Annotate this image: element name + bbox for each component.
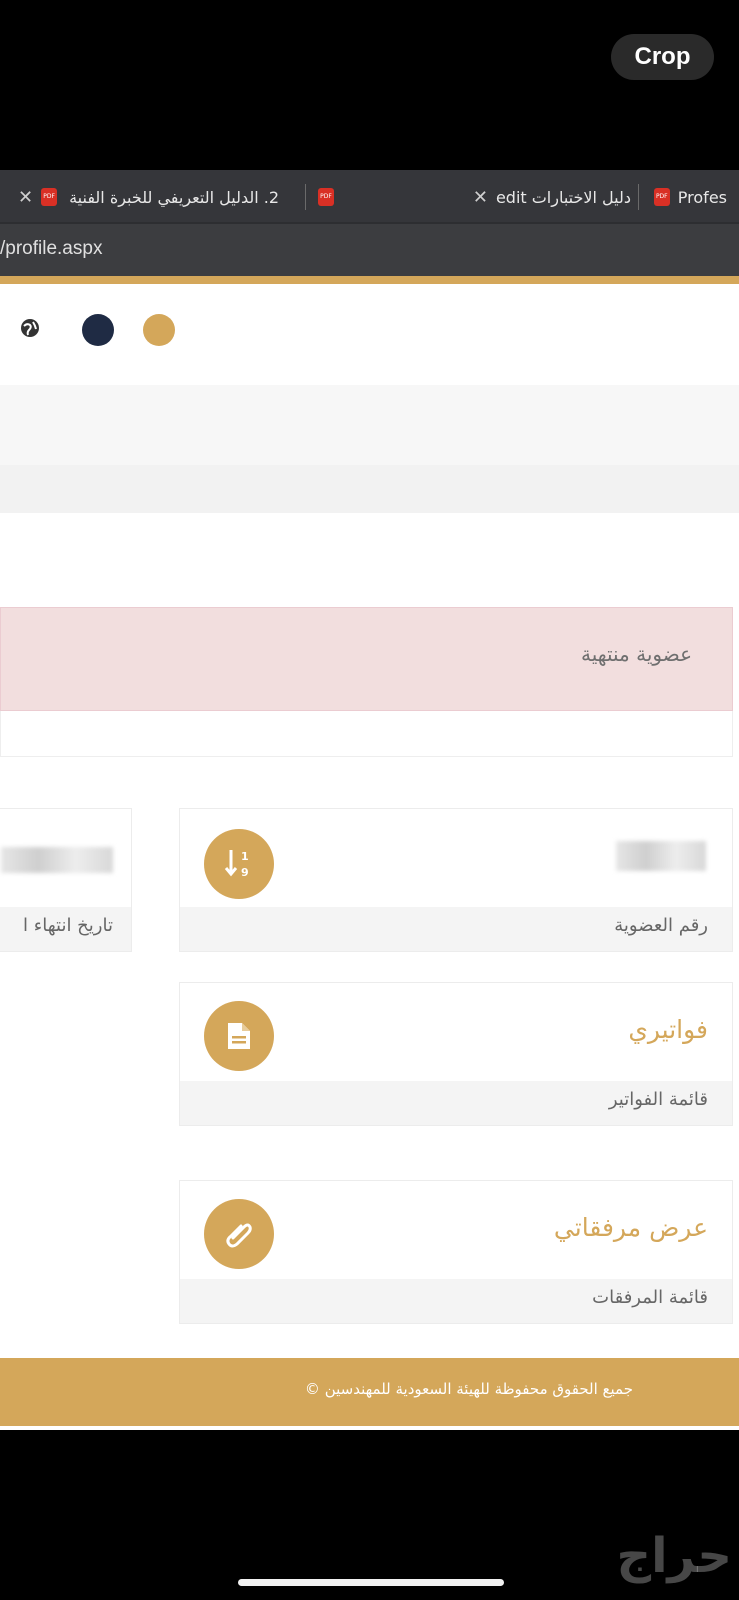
attachments-card[interactable]: عرض مرفقاتي قائمة المرفقات: [179, 1180, 733, 1324]
svg-text:9: 9: [241, 866, 249, 879]
tab-separator: [638, 184, 639, 210]
membership-number-label: رقم العضوية: [614, 915, 708, 936]
alert-text: عضوية منتهية: [580, 642, 692, 666]
browser-window: Profes PDF دليل الاختبارات edit ✕ PDF ✕ …: [0, 170, 739, 1430]
navy-theme-dot[interactable]: [82, 314, 114, 346]
svg-text:1: 1: [241, 850, 249, 863]
header-accent-line: [0, 276, 739, 284]
pdf-icon: PDF: [653, 188, 670, 206]
invoices-list-label[interactable]: قائمة الفواتير: [609, 1089, 708, 1110]
tab-pdf[interactable]: PDF: [318, 178, 334, 216]
tab-label: دليل الاختبارات edit: [495, 187, 631, 207]
tab-profes[interactable]: Profes PDF: [653, 178, 727, 216]
tab-label: Profes: [677, 187, 727, 207]
invoices-title[interactable]: فواتيري: [628, 1015, 708, 1044]
copyright-text: جميع الحقوق محفوظة للهيئة السعودية للمهن…: [304, 1380, 633, 1398]
close-tab-icon[interactable]: ✕: [18, 187, 33, 208]
expiry-date-label: تاريخ انتهاء ا: [23, 915, 113, 936]
tab-technical-guide[interactable]: ✕ 2. الدليل التعريفي للخبرة الفنية PDF: [10, 178, 279, 216]
gold-theme-dot[interactable]: [143, 314, 175, 346]
membership-number-redacted: [616, 841, 706, 871]
file-text-icon: [204, 1001, 274, 1071]
top-toolbar: [0, 284, 739, 360]
globe-icon[interactable]: [20, 318, 40, 338]
tab-label: 2. الدليل التعريفي للخبرة الفنية: [69, 187, 280, 207]
card-footer: رقم العضوية: [180, 907, 732, 951]
tab-separator: [305, 184, 306, 210]
tab-exams-guide[interactable]: دليل الاختبارات edit ✕: [465, 178, 631, 216]
attachments-title[interactable]: عرض مرفقاتي: [554, 1213, 708, 1242]
page-footer: جميع الحقوق محفوظة للهيئة السعودية للمهن…: [0, 1358, 739, 1426]
expiry-date-redacted: [1, 847, 113, 873]
header-band-lower: [0, 465, 739, 513]
sort-numeric-icon: 1 9: [204, 829, 274, 899]
card-footer: تاريخ انتهاء ا: [0, 907, 131, 951]
membership-expired-alert: عضوية منتهية: [0, 607, 733, 711]
home-indicator[interactable]: [238, 1579, 504, 1586]
address-bar[interactable]: /profile.aspx: [0, 222, 739, 276]
membership-number-card: 1 9 رقم العضوية: [179, 808, 733, 952]
expiry-date-card: تاريخ انتهاء ا: [0, 808, 132, 952]
haraj-watermark: حراج: [616, 1528, 733, 1584]
invoices-card[interactable]: فواتيري قائمة الفواتير: [179, 982, 733, 1126]
card-footer: قائمة المرفقات: [180, 1279, 732, 1323]
close-tab-icon[interactable]: ✕: [473, 187, 488, 208]
header-band: [0, 385, 739, 465]
tab-bar: Profes PDF دليل الاختبارات edit ✕ PDF ✕ …: [0, 170, 739, 222]
attachments-list-label[interactable]: قائمة المرفقات: [592, 1287, 708, 1308]
crop-button[interactable]: Crop: [611, 34, 714, 80]
alert-container-bottom: [0, 711, 733, 757]
pdf-icon: PDF: [318, 188, 334, 206]
pdf-icon: PDF: [41, 188, 58, 206]
url-text[interactable]: /profile.aspx: [0, 238, 102, 260]
paperclip-icon: [204, 1199, 274, 1269]
card-footer: قائمة الفواتير: [180, 1081, 732, 1125]
